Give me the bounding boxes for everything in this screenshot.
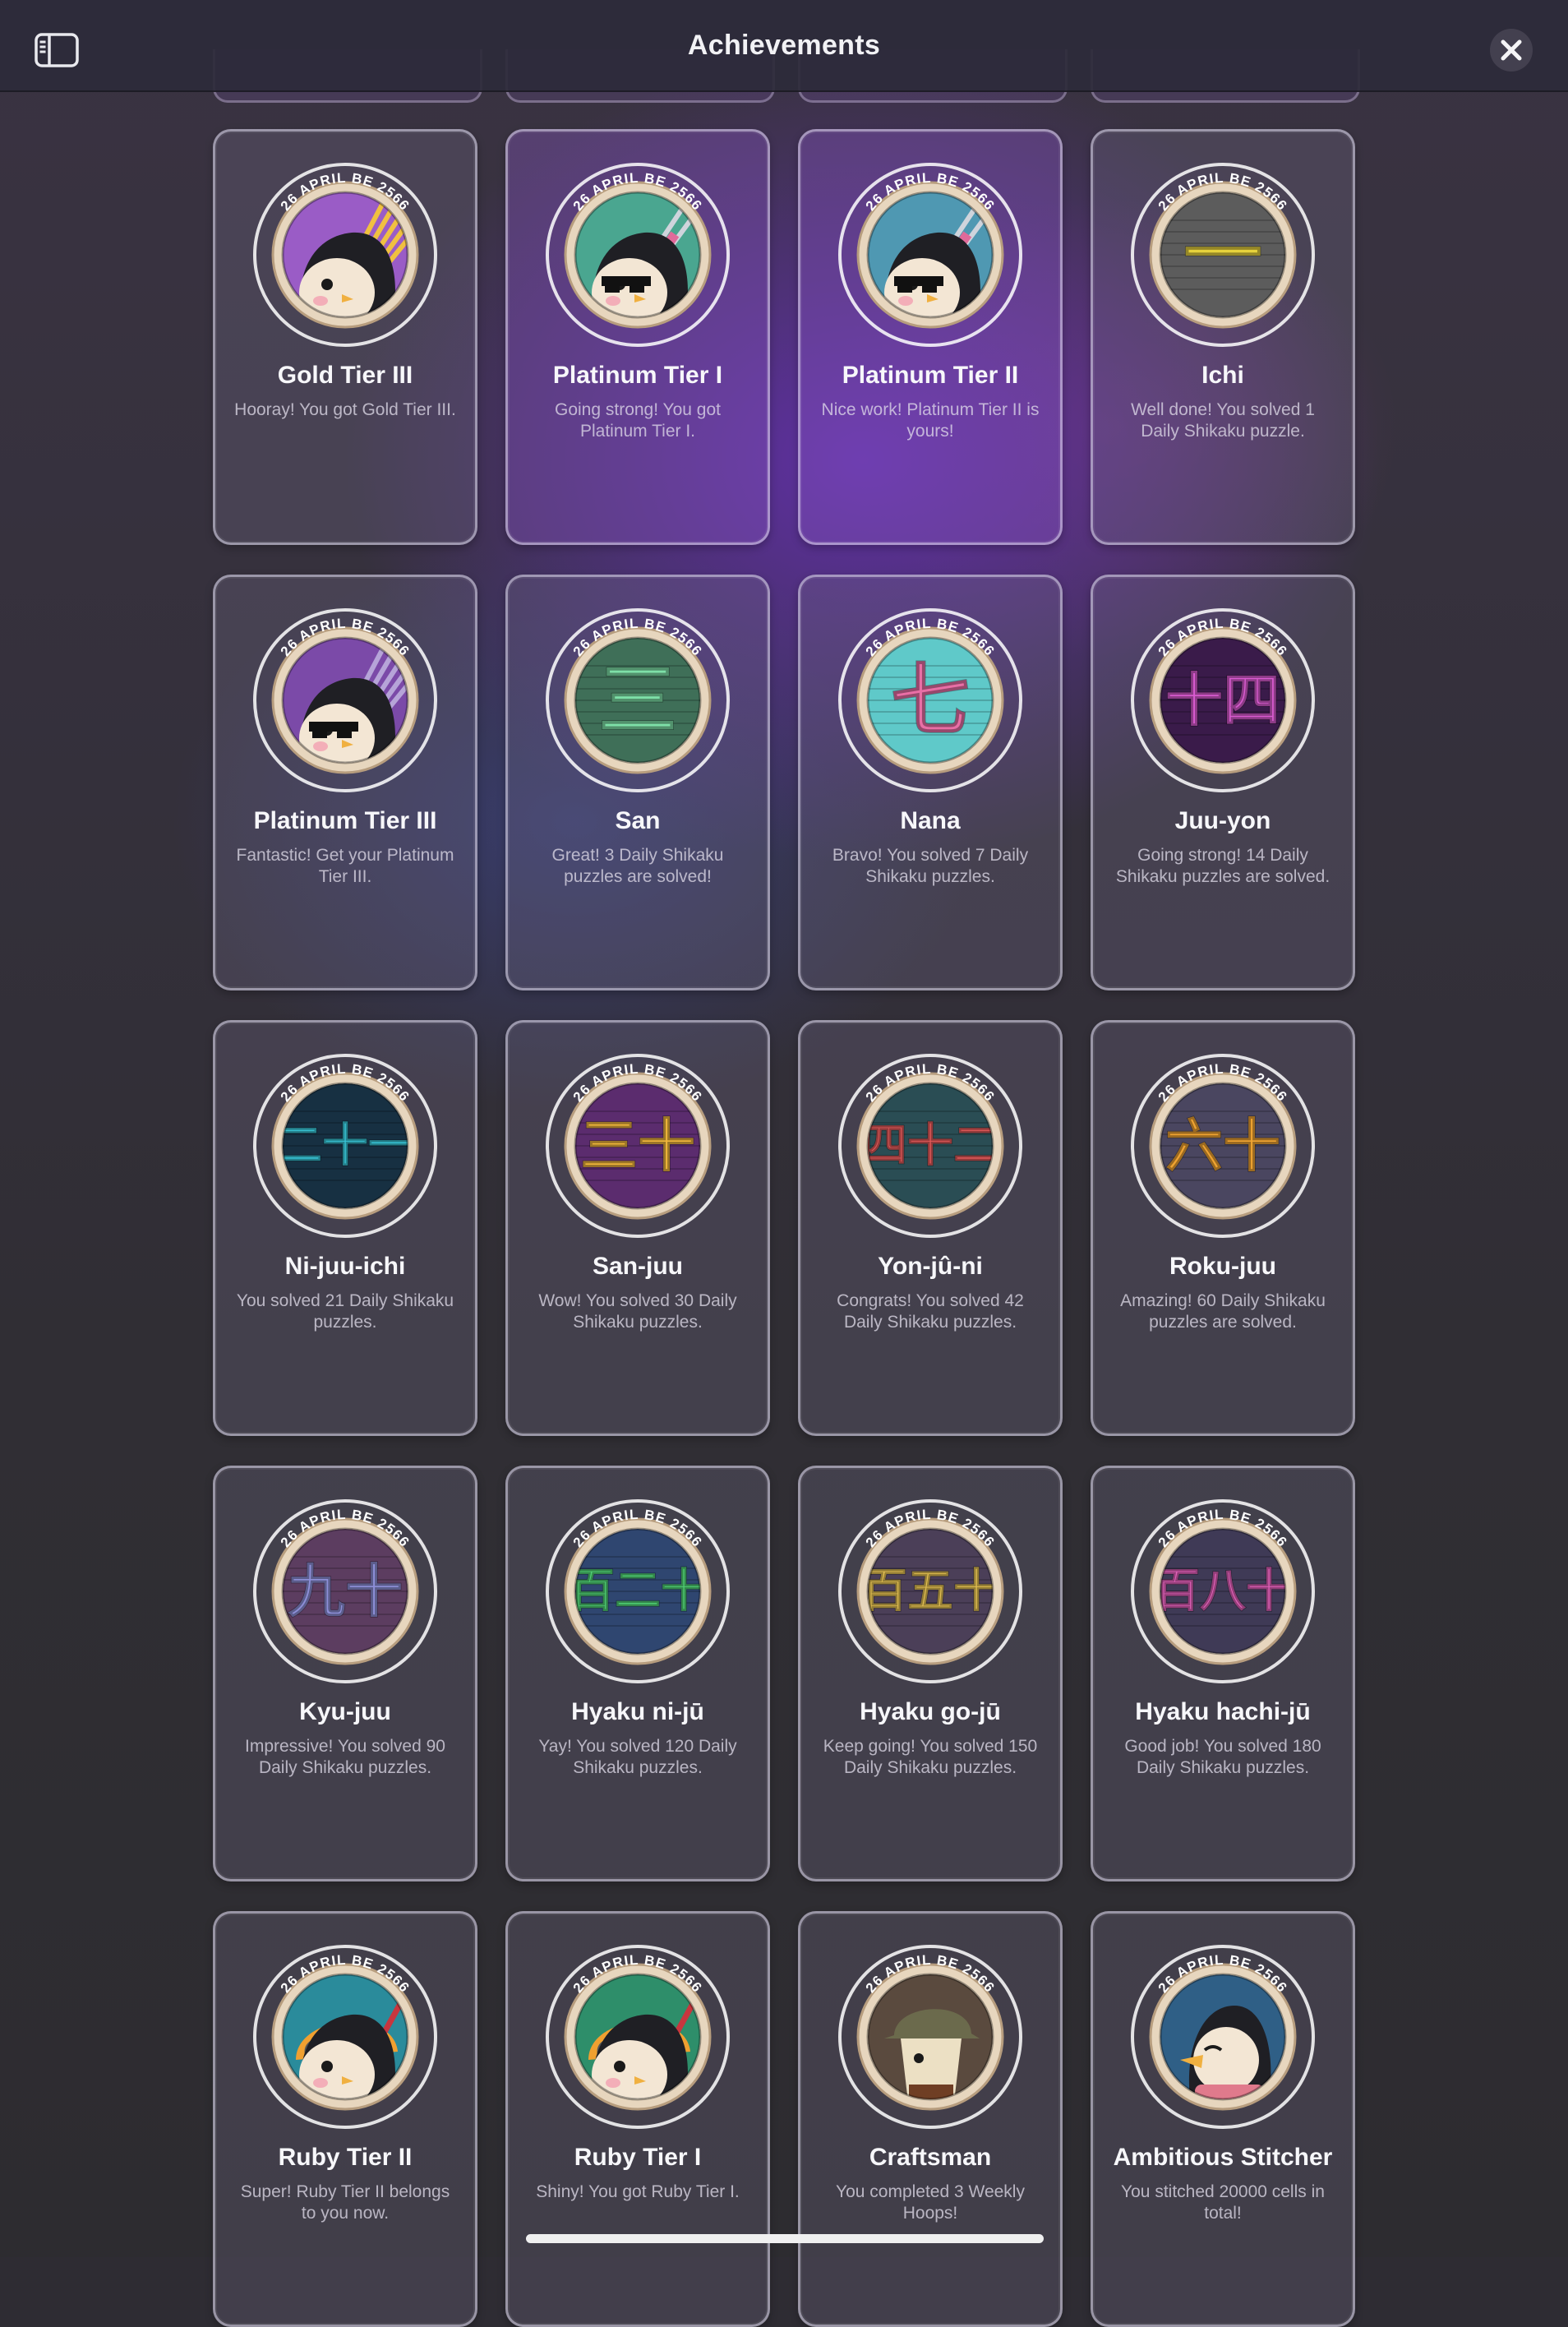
achievement-card[interactable]: 26 APRIL BE 2566 Craftsman You completed 3… <box>798 1911 1063 2327</box>
achievement-name: Hyaku go-jū <box>860 1698 1001 1725</box>
achievement-badge-icon: 百八十 26 APRIL BE 2566 <box>1123 1491 1323 1692</box>
achievement-name: Craftsman <box>869 2144 992 2171</box>
achievement-name: Hyaku ni-jū <box>571 1698 704 1725</box>
badge-glyph: 百五十 <box>861 1565 999 1618</box>
achievement-badge-icon: 26 APRIL BE 2566 <box>245 1937 445 2137</box>
achievement-badge-icon: 九十 26 APRIL BE 2566 <box>245 1491 445 1692</box>
badge-glyph: 一 <box>1183 209 1262 301</box>
achievement-grid: 26 APRIL BE 2566 Gold Tier III Hooray! You… <box>0 0 1568 2327</box>
achievement-card[interactable]: 百五十 26 APRIL BE 2566 Hyaku go-jū Keep going… <box>798 1466 1063 1881</box>
page-title: Achievements <box>687 30 881 61</box>
badge-glyph: 三十 <box>580 1112 695 1180</box>
achievement-card[interactable]: 26 APRIL BE 2566 Ruby Tier I Shiny! You go… <box>505 1911 770 2327</box>
badge-glyph: 百八十 <box>1154 1565 1292 1618</box>
achievement-description: Nice work! Platinum Tier II is yours! <box>821 400 1040 441</box>
achievement-description: Good job! You solved 180 Daily Shikaku p… <box>1124 1737 1321 1777</box>
achievement-badge-icon: 26 APRIL BE 2566 <box>537 155 738 355</box>
achievement-description: Shiny! You got Ruby Tier I. <box>536 2182 740 2201</box>
achievement-name: Yon-jû-ni <box>878 1253 983 1280</box>
home-indicator <box>526 2234 1044 2243</box>
achievement-name: Ambitious Stitcher <box>1113 2144 1333 2171</box>
achievement-name: Platinum Tier III <box>253 807 437 834</box>
badge-glyph: 二十一 <box>276 1120 414 1173</box>
achievement-card[interactable]: 26 APRIL BE 2566 Gold Tier III Hooray! You… <box>213 129 477 545</box>
achievement-description: Going strong! 14 Daily Shikaku puzzles a… <box>1115 846 1330 886</box>
achievement-card[interactable]: 三十 26 APRIL BE 2566 San-juu Wow! You solved… <box>505 1020 770 1436</box>
achievement-description: Keep going! You solved 150 Daily Shikaku… <box>823 1737 1038 1777</box>
achievement-description: Bravo! You solved 7 Daily Shikaku puzzle… <box>832 846 1029 886</box>
achievement-card[interactable]: 三 26 APRIL BE 2566 San Great! 3 Daily Shika… <box>505 575 770 990</box>
achievement-name: Ni-juu-ichi <box>284 1253 406 1280</box>
achievement-name: San-juu <box>593 1253 683 1280</box>
achievement-card[interactable]: 一 26 APRIL BE 2566 Ichi Well done! You solv… <box>1091 129 1355 545</box>
achievement-badge-icon: 百二十 26 APRIL BE 2566 <box>537 1491 738 1692</box>
achievement-name: San <box>615 807 661 834</box>
badge-glyph: 四十二 <box>861 1120 999 1173</box>
achievement-description: Fantastic! Get your Platinum Tier III. <box>236 846 454 886</box>
close-icon[interactable] <box>1489 28 1533 72</box>
achievement-description: Well done! You solved 1 Daily Shikaku pu… <box>1131 400 1315 441</box>
achievement-description: Yay! You solved 120 Daily Shikaku puzzle… <box>538 1737 737 1777</box>
achievement-card[interactable]: 七 26 APRIL BE 2566 Nana Bravo! You solved 7… <box>798 575 1063 990</box>
achievement-name: Kyu-juu <box>299 1698 391 1725</box>
achievement-badge-icon: 七 26 APRIL BE 2566 <box>830 600 1031 801</box>
achievement-description: You stitched 20000 cells in total! <box>1121 2182 1325 2223</box>
top-bar: Achievements <box>0 0 1568 92</box>
achievement-card[interactable]: 二十一 26 APRIL BE 2566 Ni-juu-ichi You solved… <box>213 1020 477 1436</box>
achievement-card[interactable]: 六十 26 APRIL BE 2566 Roku-juu Amazing! 60 Da… <box>1091 1020 1355 1436</box>
achievement-name: Ruby Tier II <box>278 2144 413 2171</box>
achievement-badge-icon: 一 26 APRIL BE 2566 <box>1123 155 1323 355</box>
achievement-card[interactable]: 十四 26 APRIL BE 2566 Juu-yon Going strong! 1… <box>1091 575 1355 990</box>
achievement-badge-icon: 四十二 26 APRIL BE 2566 <box>830 1046 1031 1246</box>
achievement-card[interactable]: 26 APRIL BE 2566 Ruby Tier II Super! Ruby … <box>213 1911 477 2327</box>
badge-glyph: 九十 <box>288 1558 403 1625</box>
achievement-name: Juu-yon <box>1174 807 1271 834</box>
achievement-badge-icon: 百五十 26 APRIL BE 2566 <box>830 1491 1031 1692</box>
achievement-card[interactable]: 百八十 26 APRIL BE 2566 Hyaku hachi-jū Good jo… <box>1091 1466 1355 1881</box>
achievement-name: Platinum Tier I <box>552 362 723 389</box>
achievement-card[interactable]: 26 APRIL BE 2566 Platinum Tier III Fantast… <box>213 575 477 990</box>
achievement-name: Hyaku hachi-jū <box>1135 1698 1311 1725</box>
achievement-name: Roku-juu <box>1169 1253 1276 1280</box>
achievement-badge-icon: 三 26 APRIL BE 2566 <box>537 600 738 801</box>
achievement-badge-icon: 26 APRIL BE 2566 <box>245 600 445 801</box>
achievement-badge-icon: 26 APRIL BE 2566 <box>537 1937 738 2137</box>
achievement-name: Nana <box>900 807 961 834</box>
achievement-card[interactable]: 九十 26 APRIL BE 2566 Kyu-juu Impressive! You… <box>213 1466 477 1881</box>
achievement-description: Great! 3 Daily Shikaku puzzles are solve… <box>551 846 724 886</box>
achievement-description: You solved 21 Daily Shikaku puzzles. <box>236 1291 454 1332</box>
achievement-name: Gold Tier III <box>277 362 413 389</box>
badge-glyph: 十四 <box>1165 667 1280 734</box>
badge-glyph: 七 <box>891 654 970 746</box>
achievement-badge-icon: 26 APRIL BE 2566 <box>830 1937 1031 2137</box>
achievement-badge-icon: 十四 26 APRIL BE 2566 <box>1123 600 1323 801</box>
achievement-card[interactable]: 四十二 26 APRIL BE 2566 Yon-jû-ni Congrats! Yo… <box>798 1020 1063 1436</box>
achievement-badge-icon: 26 APRIL BE 2566 <box>1123 1937 1323 2137</box>
achievement-badge-icon: 三十 26 APRIL BE 2566 <box>537 1046 738 1246</box>
achievement-badge-icon: 二十一 26 APRIL BE 2566 <box>245 1046 445 1246</box>
badge-glyph: 三 <box>598 654 677 746</box>
badge-glyph: 百二十 <box>569 1565 707 1618</box>
achievement-description: Wow! You solved 30 Daily Shikaku puzzles… <box>538 1291 737 1332</box>
achievement-description: Congrats! You solved 42 Daily Shikaku pu… <box>837 1291 1024 1332</box>
achievement-description: Hooray! You got Gold Tier III. <box>234 400 456 419</box>
achievement-description: You completed 3 Weekly Hoops! <box>836 2182 1025 2223</box>
achievement-name: Ichi <box>1201 362 1244 389</box>
achievement-badge-icon: 26 APRIL BE 2566 <box>830 155 1031 355</box>
achievement-name: Ruby Tier I <box>574 2144 702 2171</box>
achievement-card[interactable]: 26 APRIL BE 2566 Ambitious Stitcher You st… <box>1091 1911 1355 2327</box>
achievement-card[interactable]: 26 APRIL BE 2566 Platinum Tier II Nice wor… <box>798 129 1063 545</box>
achievement-card[interactable]: 26 APRIL BE 2566 Platinum Tier I Going str… <box>505 129 770 545</box>
achievement-name: Platinum Tier II <box>842 362 1019 389</box>
badge-glyph: 六十 <box>1165 1112 1280 1180</box>
achievement-description: Going strong! You got Platinum Tier I. <box>555 400 721 441</box>
achievement-description: Super! Ruby Tier II belongs to you now. <box>240 2182 450 2223</box>
achievement-badge-icon: 六十 26 APRIL BE 2566 <box>1123 1046 1323 1246</box>
achievement-description: Impressive! You solved 90 Daily Shikaku … <box>245 1737 445 1777</box>
achievement-card[interactable]: 百二十 26 APRIL BE 2566 Hyaku ni-jū Yay! You s… <box>505 1466 770 1881</box>
achievement-description: Amazing! 60 Daily Shikaku puzzles are so… <box>1120 1291 1326 1332</box>
achievement-badge-icon: 26 APRIL BE 2566 <box>245 155 445 355</box>
